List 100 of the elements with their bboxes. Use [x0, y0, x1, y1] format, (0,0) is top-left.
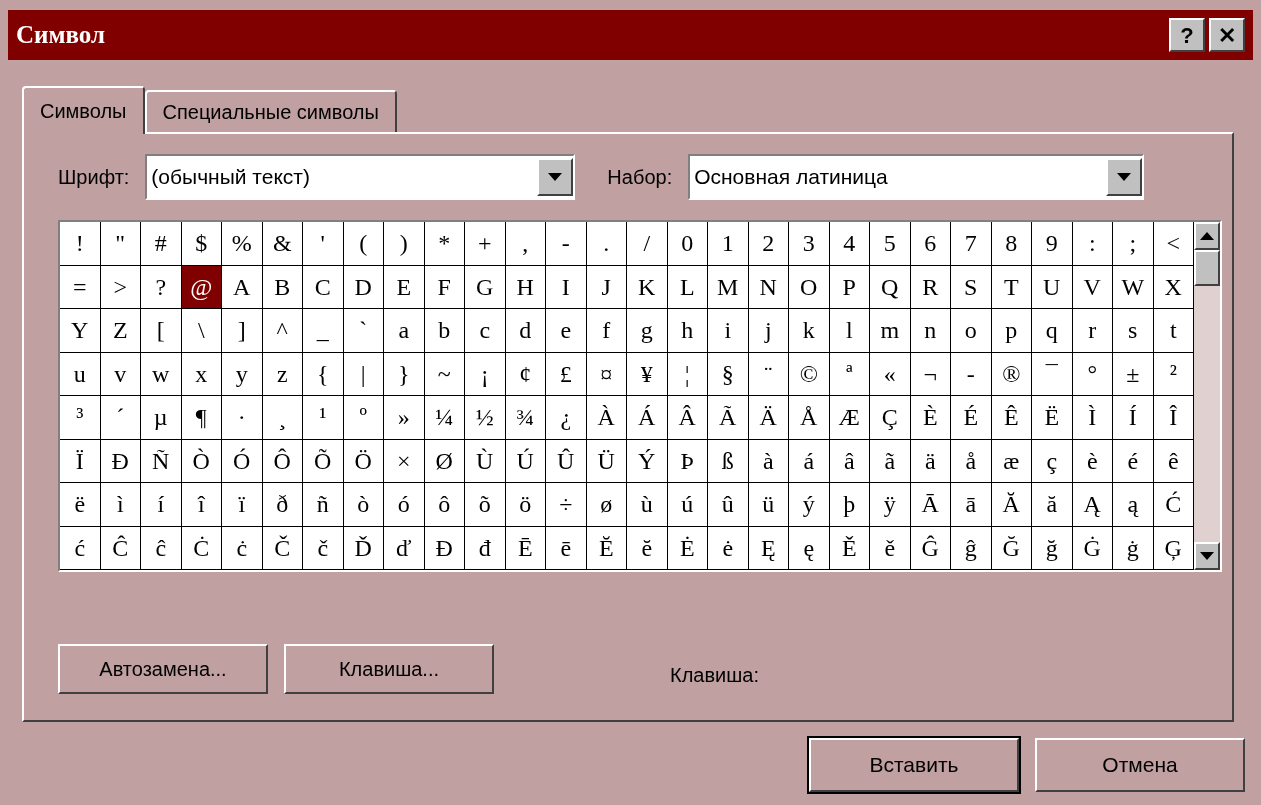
symbol-cell[interactable]: ý	[789, 483, 830, 527]
symbol-cell[interactable]: ã	[870, 439, 911, 483]
symbol-cell[interactable]: (	[343, 222, 384, 266]
dialog-button[interactable]: Клавиша...	[284, 644, 494, 694]
symbol-cell[interactable]: ¬	[910, 352, 951, 396]
symbol-cell[interactable]: ġ	[1113, 526, 1154, 570]
symbol-cell[interactable]: Í	[1113, 396, 1154, 440]
symbol-cell[interactable]: d	[505, 309, 546, 353]
symbol-cell[interactable]: ª	[829, 352, 870, 396]
symbol-cell[interactable]: ä	[910, 439, 951, 483]
symbol-cell[interactable]: ®	[991, 352, 1032, 396]
symbol-cell[interactable]: ñ	[303, 483, 344, 527]
symbol-cell[interactable]: _	[303, 309, 344, 353]
symbol-cell[interactable]: Ë	[1032, 396, 1073, 440]
symbol-cell[interactable]: J	[586, 265, 627, 309]
symbol-cell[interactable]: $	[181, 222, 222, 266]
symbol-cell[interactable]: ĕ	[627, 526, 668, 570]
symbol-cell[interactable]: s	[1113, 309, 1154, 353]
symbol-cell[interactable]: ¢	[505, 352, 546, 396]
symbol-cell[interactable]: f	[586, 309, 627, 353]
symbol-cell[interactable]: N	[748, 265, 789, 309]
symbol-cell[interactable]: Å	[789, 396, 830, 440]
symbol-cell[interactable]: É	[951, 396, 992, 440]
symbol-cell[interactable]: þ	[829, 483, 870, 527]
symbol-cell[interactable]: r	[1072, 309, 1113, 353]
symbol-cell[interactable]: k	[789, 309, 830, 353]
symbol-cell[interactable]: q	[1032, 309, 1073, 353]
symbol-cell[interactable]: >	[100, 265, 141, 309]
symbol-cell[interactable]: µ	[141, 396, 182, 440]
symbol-cell[interactable]: 0	[667, 222, 708, 266]
symbol-cell[interactable]: =	[60, 265, 101, 309]
symbol-cell[interactable]: ø	[586, 483, 627, 527]
symbol-cell[interactable]: ē	[546, 526, 587, 570]
symbol-cell[interactable]: ą	[1113, 483, 1154, 527]
symbol-cell[interactable]: &	[262, 222, 303, 266]
symbol-cell[interactable]: g	[627, 309, 668, 353]
symbol-cell[interactable]: ¿	[546, 396, 587, 440]
symbol-cell[interactable]: ©	[789, 352, 830, 396]
symbol-cell[interactable]: Ą	[1072, 483, 1113, 527]
symbol-cell[interactable]: Ø	[424, 439, 465, 483]
symbol-cell[interactable]: ¸	[262, 396, 303, 440]
tab[interactable]: Символы	[22, 86, 145, 134]
symbol-cell[interactable]: §	[708, 352, 749, 396]
symbol-cell[interactable]: +	[465, 222, 506, 266]
symbol-cell[interactable]: 4	[829, 222, 870, 266]
symbol-cell[interactable]: m	[870, 309, 911, 353]
symbol-cell[interactable]: Č	[262, 526, 303, 570]
symbol-cell[interactable]: w	[141, 352, 182, 396]
symbol-cell[interactable]: T	[991, 265, 1032, 309]
symbol-cell[interactable]: ¶	[181, 396, 222, 440]
symbol-cell[interactable]: Î	[1153, 396, 1194, 440]
symbol-cell[interactable]: 1	[708, 222, 749, 266]
symbol-cell[interactable]: 2	[748, 222, 789, 266]
symbol-cell[interactable]: ±	[1113, 352, 1154, 396]
symbol-cell[interactable]: Ď	[343, 526, 384, 570]
symbol-cell[interactable]: D	[343, 265, 384, 309]
symbol-cell[interactable]: Â	[667, 396, 708, 440]
symbol-cell[interactable]: Ĉ	[100, 526, 141, 570]
symbol-cell[interactable]: Þ	[667, 439, 708, 483]
symbol-cell[interactable]: V	[1072, 265, 1113, 309]
symbol-cell[interactable]: |	[343, 352, 384, 396]
symbol-cell[interactable]: 6	[910, 222, 951, 266]
symbol-cell[interactable]: î	[181, 483, 222, 527]
symbol-cell[interactable]: Ã	[708, 396, 749, 440]
symbol-cell[interactable]: 3	[789, 222, 830, 266]
symbol-cell[interactable]: l	[829, 309, 870, 353]
symbol-cell[interactable]: ö	[505, 483, 546, 527]
symbol-cell[interactable]: º	[343, 396, 384, 440]
symbol-cell[interactable]: X	[1153, 265, 1194, 309]
symbol-cell[interactable]: ¾	[505, 396, 546, 440]
symbol-cell[interactable]: ě	[870, 526, 911, 570]
symbol-cell[interactable]: ~	[424, 352, 465, 396]
symbol-cell[interactable]: å	[951, 439, 992, 483]
symbol-cell[interactable]: o	[951, 309, 992, 353]
symbol-cell[interactable]: n	[910, 309, 951, 353]
symbol-cell[interactable]: Ā	[910, 483, 951, 527]
symbol-cell[interactable]: á	[789, 439, 830, 483]
symbol-cell[interactable]: ü	[748, 483, 789, 527]
symbol-cell[interactable]: *	[424, 222, 465, 266]
symbol-cell[interactable]: 5	[870, 222, 911, 266]
symbol-cell[interactable]: Ù	[465, 439, 506, 483]
symbol-cell[interactable]: ³	[60, 396, 101, 440]
symbol-cell[interactable]: Ô	[262, 439, 303, 483]
symbol-cell[interactable]: â	[829, 439, 870, 483]
symbol-cell[interactable]: c	[465, 309, 506, 353]
symbol-cell[interactable]: Ç	[870, 396, 911, 440]
symbol-cell[interactable]: ¼	[424, 396, 465, 440]
symbol-cell[interactable]: ¦	[667, 352, 708, 396]
symbol-cell[interactable]: ´	[100, 396, 141, 440]
symbol-cell[interactable]: ÷	[546, 483, 587, 527]
symbol-cell[interactable]: %	[222, 222, 263, 266]
symbol-cell[interactable]: [	[141, 309, 182, 353]
symbol-cell[interactable]: '	[303, 222, 344, 266]
symbol-cell[interactable]: y	[222, 352, 263, 396]
symbol-cell[interactable]: @	[181, 265, 222, 309]
symbol-cell[interactable]: i	[708, 309, 749, 353]
symbol-cell[interactable]: ċ	[222, 526, 263, 570]
symbol-cell[interactable]: <	[1153, 222, 1194, 266]
symbol-cell[interactable]: ę	[789, 526, 830, 570]
symbol-cell[interactable]: Õ	[303, 439, 344, 483]
